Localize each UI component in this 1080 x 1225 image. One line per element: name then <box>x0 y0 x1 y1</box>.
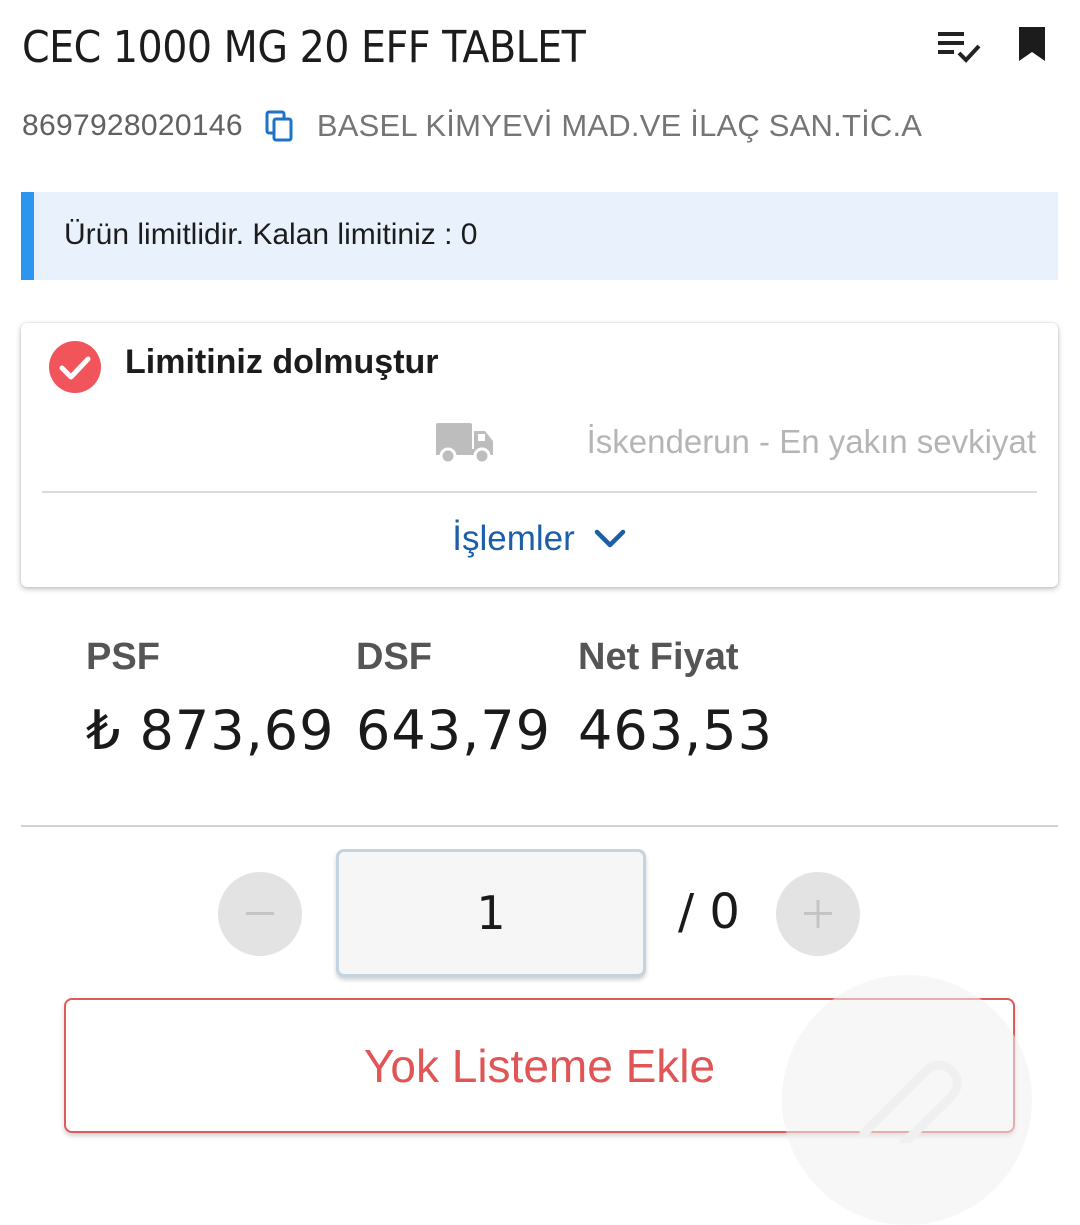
company-name: BASEL KİMYEVİ MAD.VE İLAÇ SAN.TİC.A <box>316 108 923 143</box>
increase-quantity-button[interactable] <box>776 872 860 956</box>
check-circle-icon <box>47 339 103 399</box>
product-meta: 8697928020146 BASEL KİMYEVİ MAD.VE İLAÇ … <box>22 106 922 146</box>
shipping-info: İskenderun - En yakın sevkiyat <box>586 423 1036 460</box>
price-net: Net Fiyat 463,53 <box>578 636 773 762</box>
price-psf-label: PSF <box>86 636 160 678</box>
plus-icon <box>804 900 832 928</box>
actions-label: İşlemler <box>452 519 575 558</box>
limit-info-text: Ürün limitlidir. Kalan limitiniz : 0 <box>64 218 478 251</box>
bookmark-icon[interactable] <box>1016 24 1048 68</box>
status-card: Limitiniz dolmuştur İskenderun - En yakı… <box>21 323 1058 587</box>
add-to-list-button[interactable]: Yok Listeme Ekle <box>64 998 1015 1133</box>
chevron-down-icon <box>593 528 627 550</box>
truck-icon <box>435 421 495 469</box>
price-psf: PSF ₺ 873,69 <box>86 636 334 762</box>
actions-toggle[interactable]: İşlemler <box>21 519 1058 559</box>
price-dsf-label: DSF <box>356 636 432 678</box>
barcode: 8697928020146 <box>22 109 243 142</box>
section-divider <box>21 825 1058 827</box>
price-dsf-value: 643,79 <box>356 699 551 762</box>
price-dsf: DSF 643,79 <box>356 636 551 762</box>
playlist-check-icon[interactable] <box>936 24 982 68</box>
price-section: PSF ₺ 873,69 DSF 643,79 Net Fiyat 463,53 <box>0 636 1080 786</box>
price-net-label: Net Fiyat <box>578 636 739 678</box>
price-psf-value: ₺ 873,69 <box>86 699 335 762</box>
price-net-value: 463,53 <box>578 699 773 762</box>
card-divider <box>42 491 1037 493</box>
status-text: Limitiniz dolmuştur <box>125 343 439 381</box>
limit-info-banner: Ürün limitlidir. Kalan limitiniz : 0 <box>21 192 1058 280</box>
add-to-list-label: Yok Listeme Ekle <box>363 1039 716 1092</box>
product-title: CEC 1000 MG 20 EFF TABLET <box>22 22 586 73</box>
decrease-quantity-button[interactable] <box>218 872 302 956</box>
minus-icon <box>246 912 274 915</box>
product-header: CEC 1000 MG 20 EFF TABLET <box>22 18 1058 78</box>
quantity-limit: / 0 <box>678 884 740 940</box>
copy-icon[interactable] <box>265 110 293 142</box>
quantity-input[interactable] <box>336 849 646 977</box>
